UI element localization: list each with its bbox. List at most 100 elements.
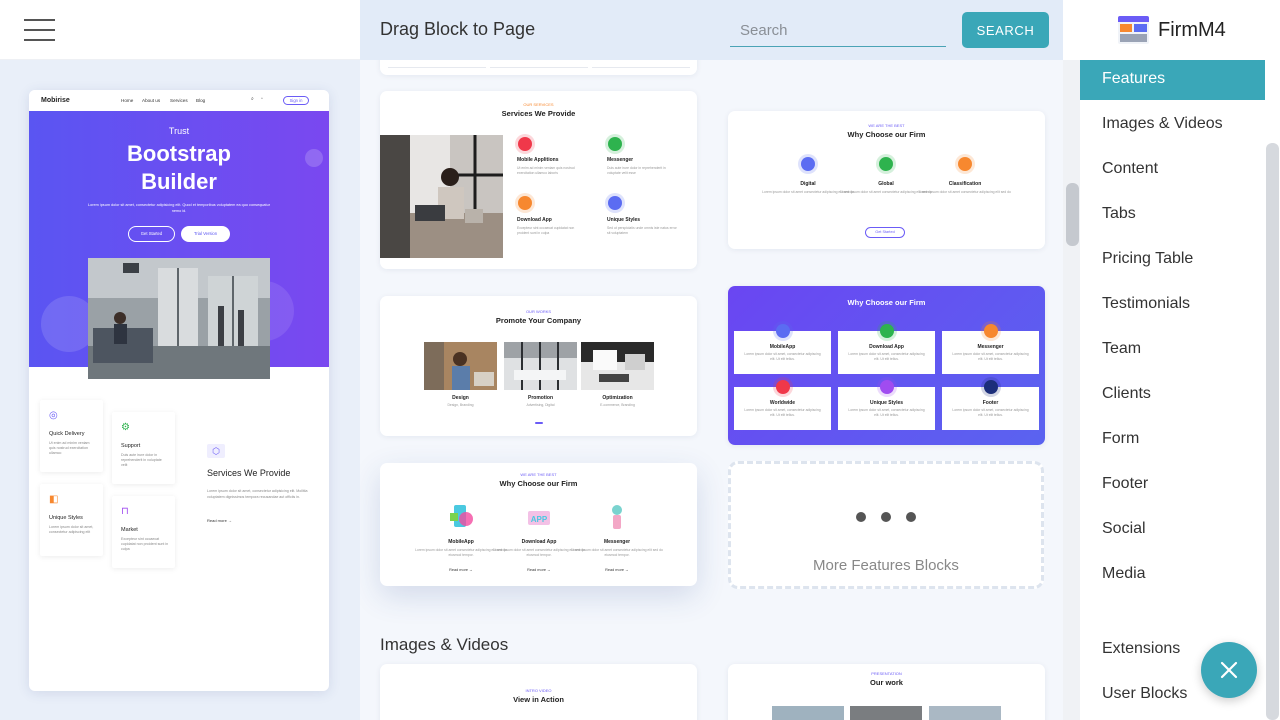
blocks-scrollbar-thumb[interactable] xyxy=(1066,183,1079,246)
category-content[interactable]: Content xyxy=(1080,150,1265,190)
preview-services-text: Lorem ipsum dolor sit amet, consectetur … xyxy=(207,489,308,499)
hero-text: Lorem ipsum dolor sit amet, consectetur … xyxy=(88,203,270,213)
preview-nav-link: Services xyxy=(170,98,188,103)
category-form[interactable]: Form xyxy=(1080,420,1265,460)
more-features-blocks-button[interactable]: More Features Blocks xyxy=(728,461,1044,589)
gear-icon: ⚙ xyxy=(121,422,130,433)
block-eyebrow: WE ARE THE BEST xyxy=(868,123,905,128)
preview-navbar: Mobirise Home About us Services Blog ⌕ ▫… xyxy=(29,90,329,111)
item-text: Design, Branding xyxy=(447,403,474,407)
block-our-work[interactable]: PRESENTATION Our work xyxy=(728,664,1045,720)
digital-icon xyxy=(801,157,815,171)
search-input[interactable] xyxy=(730,15,946,46)
block-eyebrow: INTRO VIDEO xyxy=(525,688,552,693)
preview-logo: Mobirise xyxy=(41,97,70,104)
classification-icon xyxy=(958,157,972,171)
page-preview[interactable]: Mobirise Home About us Services Blog ⌕ ▫… xyxy=(29,90,329,691)
card-text: Excepteur sint occaecat cupidatat non pr… xyxy=(121,537,169,551)
item-text: Advertising, Digital xyxy=(526,403,555,407)
card-title: Support xyxy=(121,443,141,449)
item-text: Ut enim ad minim veniam quis nostrud exe… xyxy=(517,166,575,175)
category-tabs[interactable]: Tabs xyxy=(1080,195,1265,235)
layers-icon: ◧ xyxy=(49,494,59,505)
block-why-choose-our-firm-illustrated[interactable]: WE ARE THE BEST Why Choose our Firm APP … xyxy=(380,463,697,586)
preview-card-unique-styles: ◧ Unique Styles Lorem ipsum dolor sit am… xyxy=(40,484,103,556)
close-panel-button[interactable] xyxy=(1201,642,1257,698)
search-field[interactable] xyxy=(730,15,946,47)
block-why-choose-our-firm[interactable]: WE ARE THE BEST Why Choose our Firm Digi… xyxy=(728,111,1045,249)
hero-trial-button: Trial Version xyxy=(181,226,230,242)
svg-text:APP: APP xyxy=(531,515,548,524)
work-photo xyxy=(772,706,844,720)
worldwide-icon xyxy=(776,380,790,394)
block-title: Services We Provide xyxy=(501,109,576,118)
category-testimonials[interactable]: Testimonials xyxy=(1080,285,1265,325)
block-promote-your-company[interactable]: OUR WORKS Promote Your Company Design De… xyxy=(380,296,697,436)
mobile-app-icon xyxy=(776,324,790,338)
mobile-app-icon xyxy=(518,137,532,151)
item-text: Lorem ipsum dolor sit amet consectetur a… xyxy=(571,548,663,557)
preview-read-more: Read more → xyxy=(207,518,232,523)
block-services-we-provide[interactable]: OUR SERVICES Services We Provide Mobile … xyxy=(380,91,697,269)
block-title: Promote Your Company xyxy=(495,316,582,325)
block-thumbnail[interactable] xyxy=(380,60,697,75)
item-text: Excepteur sint occaecat cupidatat non pr… xyxy=(517,226,575,235)
more-dots-icon xyxy=(856,512,920,526)
read-more-link: Read more → xyxy=(527,568,551,572)
item-title: Messenger xyxy=(607,157,634,163)
category-media[interactable]: Media xyxy=(1080,555,1265,595)
download-icon xyxy=(518,196,532,210)
read-more-link: Read more → xyxy=(449,568,473,572)
card-text: Ut enim ad minim veniam quis nostrud exe… xyxy=(49,441,90,455)
block-eyebrow: OUR WORKS xyxy=(525,309,552,314)
brand-header: FirmM4 xyxy=(1063,0,1280,60)
preview-cart-icon: ▫ xyxy=(261,96,263,102)
block-button: Get Started xyxy=(865,227,905,238)
item-title: Optimization xyxy=(602,395,633,401)
block-title: Why Choose our Firm xyxy=(847,130,926,139)
preview-nav-link: Blog xyxy=(196,98,206,103)
category-team[interactable]: Team xyxy=(1080,330,1265,370)
block-why-choose-our-firm-purple[interactable]: Why Choose our Firm MobileApp Lorem ipsum… xyxy=(728,286,1045,445)
hero-start-button: Get Started xyxy=(128,226,175,242)
work-photo xyxy=(929,706,1001,720)
card-title: Unique Styles xyxy=(49,515,83,521)
item-text: Lorem ipsum dolor sit amet consectetur a… xyxy=(919,190,1011,194)
item-title: Unique Styles xyxy=(607,217,641,223)
download-icon xyxy=(880,324,894,338)
category-social[interactable]: Social xyxy=(1080,510,1265,550)
mobile-app-illustration-icon xyxy=(450,505,473,527)
preview-card-market: ⊓ Market Excepteur sint occaecat cupidat… xyxy=(112,496,175,568)
styles-icon xyxy=(608,196,622,210)
category-footer[interactable]: Footer xyxy=(1080,465,1265,505)
item-title: Promotion xyxy=(528,395,553,401)
read-more-link: Read more → xyxy=(605,568,629,572)
panel-title: Drag Block to Page xyxy=(380,19,536,39)
block-title: View in Action xyxy=(513,695,564,704)
category-images-videos[interactable]: Images & Videos xyxy=(1080,105,1265,145)
hamburger-menu-icon[interactable] xyxy=(24,17,56,43)
item-title: Mobile Applitions xyxy=(517,157,559,163)
category-features[interactable]: Features xyxy=(1080,60,1265,100)
optimization-photo xyxy=(581,342,654,390)
preview-card-quick-delivery: ◎ Quick Delivery Ut enim ad minim veniam… xyxy=(40,400,103,472)
footer-icon xyxy=(984,380,998,394)
category-scrollbar-thumb[interactable] xyxy=(1266,143,1279,720)
messenger-icon xyxy=(984,324,998,338)
hero-title: Bootstrap Builder xyxy=(127,141,231,194)
woman-laptop-photo xyxy=(380,135,503,258)
blocks-pane: OUR SERVICES Services We Provide Mobile … xyxy=(360,60,1063,720)
category-sidebar: Features Images & Videos Content Tabs Pr… xyxy=(1080,60,1280,720)
page-preview-pane: Mobirise Home About us Services Blog ⌕ ▫… xyxy=(0,60,360,720)
category-pricing-table[interactable]: Pricing Table xyxy=(1080,240,1265,280)
blocks-scrollbar[interactable] xyxy=(1063,60,1080,720)
card-text: Duis aute irure dolor in reprehenderit i… xyxy=(121,453,162,467)
category-clients[interactable]: Clients xyxy=(1080,375,1265,415)
styles-icon xyxy=(880,380,894,394)
item-title: Design xyxy=(452,395,469,401)
item-text: Duis aute irure dolor in reprehenderit i… xyxy=(607,166,666,175)
block-view-in-action[interactable]: INTRO VIDEO View in Action xyxy=(380,664,697,720)
search-button[interactable]: SEARCH xyxy=(962,12,1049,48)
preview-nav-link: About us xyxy=(142,98,161,103)
item-title: Messenger xyxy=(603,539,631,545)
